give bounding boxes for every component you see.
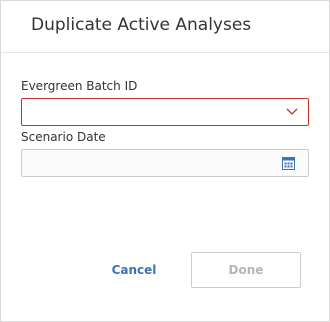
cancel-button[interactable]: Cancel [97, 252, 171, 288]
calendar-icon[interactable] [282, 156, 295, 170]
dialog-header: Duplicate Active Analyses [1, 1, 329, 53]
dialog-title: Duplicate Active Analyses [31, 15, 252, 35]
batch-id-select[interactable] [21, 98, 309, 126]
chevron-down-icon[interactable] [286, 108, 298, 116]
duplicate-analyses-dialog: Duplicate Active Analyses Evergreen Batc… [0, 0, 330, 322]
scenario-date-label: Scenario Date [21, 130, 106, 144]
batch-id-label: Evergreen Batch ID [21, 79, 138, 93]
done-button[interactable]: Done [191, 252, 301, 288]
scenario-date-field[interactable] [21, 149, 309, 177]
